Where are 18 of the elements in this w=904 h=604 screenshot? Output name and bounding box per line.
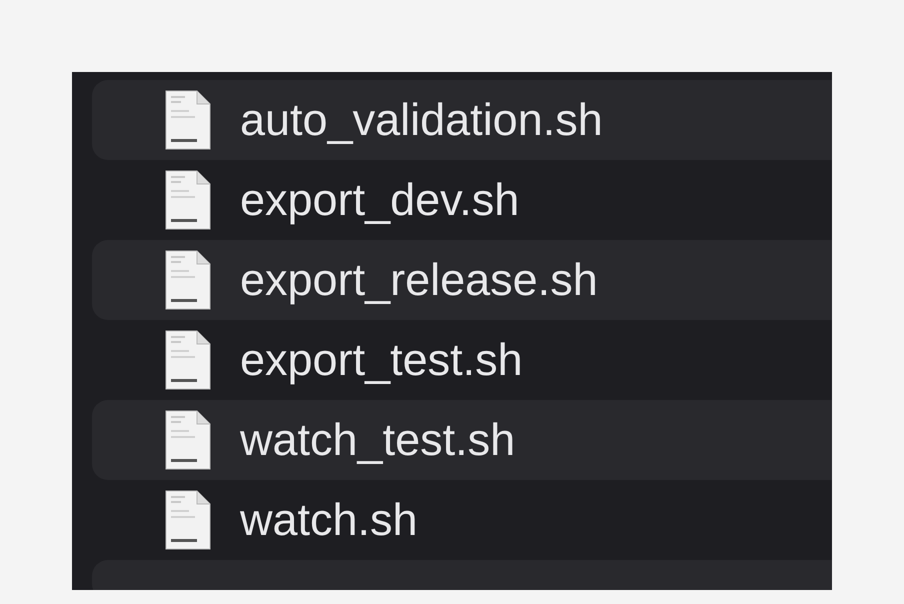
script-file-icon xyxy=(165,250,211,310)
script-file-icon xyxy=(165,330,211,390)
file-row[interactable]: export_dev.sh xyxy=(92,160,832,240)
file-name: export_dev.sh xyxy=(240,174,520,226)
file-name: export_release.sh xyxy=(240,254,598,306)
file-name: auto_validation.sh xyxy=(240,94,603,146)
file-row[interactable]: auto_validation.sh xyxy=(92,80,832,160)
file-row[interactable]: watch_test.sh xyxy=(92,400,832,480)
file-name: export_test.sh xyxy=(240,334,523,386)
file-name: watch.sh xyxy=(240,494,418,546)
script-file-icon xyxy=(165,490,211,550)
file-row[interactable]: watch.sh xyxy=(92,480,832,560)
file-name: watch_test.sh xyxy=(240,414,516,466)
file-row[interactable]: export_release.sh xyxy=(92,240,832,320)
script-file-icon xyxy=(165,170,211,230)
script-file-icon xyxy=(165,410,211,470)
script-file-icon xyxy=(165,90,211,150)
file-row[interactable]: export_test.sh xyxy=(92,320,832,400)
